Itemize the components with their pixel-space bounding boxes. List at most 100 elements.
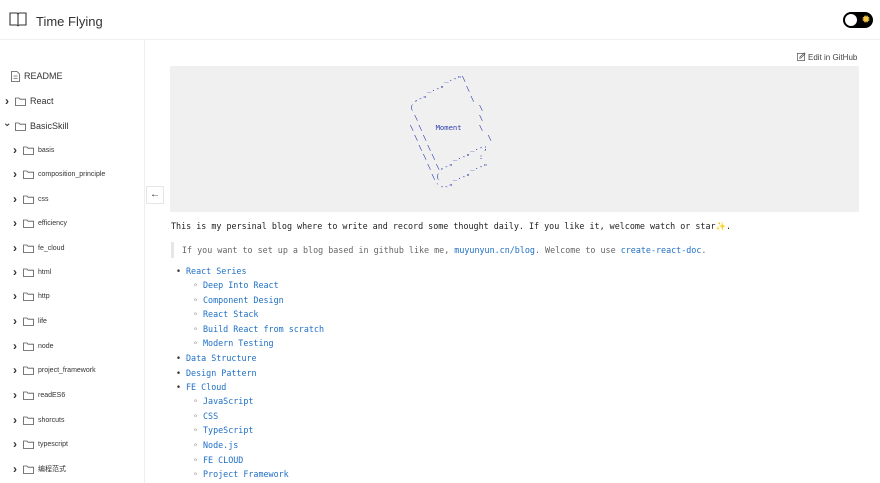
sidebar-item-label: shorcuts <box>38 416 65 424</box>
folder-icon <box>15 97 30 106</box>
intro-end: . <box>726 221 732 231</box>
sidebar-item-react[interactable]: › React <box>3 92 54 110</box>
intro-text: This is my persinal blog where to write … <box>171 221 716 231</box>
folder-icon <box>23 146 38 155</box>
sidebar-item-label: BasicSkill <box>30 121 69 131</box>
list-link[interactable]: Project Framework <box>203 469 289 479</box>
sidebar-item-label: readES6 <box>38 391 66 399</box>
sidebar-item-label: fe_cloud <box>38 244 65 252</box>
ascii-line: \ \,-" _.-" <box>388 162 488 172</box>
bullet-marker: • <box>176 382 182 392</box>
sidebar-item-life[interactable]: › life <box>11 312 47 330</box>
sidebar-item-composition-principle[interactable]: › composition_principle <box>11 165 105 183</box>
sidebar-item-fe-cloud[interactable]: › fe_cloud <box>11 239 64 257</box>
blog-link[interactable]: muyunyun.cn/blog <box>454 245 535 255</box>
sidebar: README › React ⌄ BasicSkill › basis › compositio… <box>0 40 145 483</box>
list-item[interactable]: • FE Cloud <box>176 381 226 393</box>
bullet-marker: ◦ <box>193 425 199 435</box>
list-link[interactable]: Modern Testing <box>203 338 274 348</box>
bullet-marker: ◦ <box>193 338 199 348</box>
list-item[interactable]: ◦ Modern Testing <box>193 337 274 349</box>
list-link[interactable]: Data Structure <box>186 353 257 363</box>
folder-icon <box>23 219 38 228</box>
list-link[interactable]: TypeScript <box>203 425 253 435</box>
sidebar-item-basicskill[interactable]: ⌄ BasicSkill <box>3 117 69 135</box>
list-item[interactable]: • Design Pattern <box>176 367 257 379</box>
sidebar-item-label: React <box>30 96 54 106</box>
chevron-right-icon: › <box>13 289 17 303</box>
bullet-marker: ◦ <box>193 324 199 334</box>
list-link[interactable]: CSS <box>203 411 218 421</box>
folder-icon <box>15 122 30 131</box>
sidebar-item-label: README <box>24 71 63 81</box>
list-item[interactable]: ◦ CSS <box>193 410 218 422</box>
ascii-line: \ \ \ <box>388 132 492 142</box>
list-item[interactable]: ◦ Node.js <box>193 439 238 451</box>
sidebar-item-node[interactable]: › node <box>11 337 54 355</box>
list-link[interactable]: Design Pattern <box>186 368 257 378</box>
chevron-right-icon: › <box>13 216 17 230</box>
list-item[interactable]: ◦ JavaScript <box>193 395 253 407</box>
theme-toggle[interactable]: ✹ <box>843 12 873 28</box>
sidebar-item-http[interactable]: › http <box>11 287 50 305</box>
list-link[interactable]: Component Design <box>203 295 284 305</box>
list-link[interactable]: Build React from scratch <box>203 324 324 334</box>
chevron-down-icon: ⌄ <box>3 118 12 129</box>
folder-icon <box>23 244 38 253</box>
sidebar-item-efficiency[interactable]: › efficiency <box>11 214 67 232</box>
list-link[interactable]: React Series <box>186 266 247 276</box>
sidebar-item-label: life <box>38 317 47 325</box>
chevron-right-icon: › <box>13 413 17 427</box>
list-item[interactable]: ◦ TypeScript <box>193 424 253 436</box>
ascii-art-block: _.-"\ _.-" \ ,-" \ ( \ \ \ \ \ Moment \ … <box>170 66 859 212</box>
list-item[interactable]: ◦ FE CLOUD <box>193 454 243 466</box>
list-item[interactable]: ◦ Build React from scratch <box>193 323 324 335</box>
quote-end: . <box>701 245 707 255</box>
create-react-doc-link[interactable]: create-react-doc <box>621 245 702 255</box>
list-link[interactable]: Node.js <box>203 440 238 450</box>
sidebar-item-typescript[interactable]: › typescript <box>11 435 68 453</box>
intro-paragraph: This is my persinal blog where to write … <box>171 221 731 232</box>
top-header: Time Flying ✹ <box>0 0 880 40</box>
list-item[interactable]: ◦ Deep Into React <box>193 279 279 291</box>
sidebar-item-label: node <box>38 342 54 350</box>
ascii-art: _.-"\ _.-" \ ,-" \ ( \ \ \ \ \ Moment \ … <box>388 74 492 192</box>
list-link[interactable]: Deep Into React <box>203 280 279 290</box>
list-item[interactable]: ◦ Component Design <box>193 294 284 306</box>
sidebar-item-html[interactable]: › html <box>11 263 51 281</box>
sidebar-item-readme[interactable]: README <box>11 67 63 85</box>
sparkle-icon: ✨ <box>715 221 726 231</box>
list-item[interactable]: ◦ React Stack <box>193 308 258 320</box>
sidebar-item-shorcuts[interactable]: › shorcuts <box>11 411 64 429</box>
site-title[interactable]: Time Flying <box>36 14 103 29</box>
list-item[interactable]: ◦ Project Framework <box>193 468 289 480</box>
ascii-line: \ \ _.-" : <box>388 152 484 162</box>
folder-icon <box>23 317 38 326</box>
edit-label[interactable]: Edit in GitHub <box>808 53 857 62</box>
ascii-line: \ \ <box>388 113 484 123</box>
chevron-right-icon: › <box>13 437 17 451</box>
list-link[interactable]: FE CLOUD <box>203 455 243 465</box>
chevron-right-icon: › <box>13 314 17 328</box>
arrow-left-icon: ← <box>150 189 160 200</box>
sidebar-item-label: project_framework <box>38 366 96 374</box>
sidebar-item-label: http <box>38 292 50 300</box>
list-link[interactable]: JavaScript <box>203 396 253 406</box>
sidebar-item-basis[interactable]: › basis <box>11 141 54 159</box>
sidebar-item-reades6[interactable]: › readES6 <box>11 386 65 404</box>
list-link[interactable]: React Stack <box>203 309 258 319</box>
sidebar-item-css[interactable]: › css <box>11 190 49 208</box>
list-item[interactable]: • React Series <box>176 265 247 277</box>
brand[interactable]: Time Flying <box>9 11 103 32</box>
ascii-line: ,-" \ <box>388 93 475 103</box>
sidebar-item-[interactable]: › 编程范式 <box>11 460 66 478</box>
sidebar-item-project-framework[interactable]: › project_framework <box>11 361 96 379</box>
collapse-sidebar-button[interactable]: ← <box>146 186 164 204</box>
sidebar-item-label: html <box>38 268 52 276</box>
edit-in-github-link[interactable]: Edit in GitHub <box>797 52 857 63</box>
list-item[interactable]: • Data Structure <box>176 352 257 364</box>
folder-icon <box>23 465 38 474</box>
bullet-marker: • <box>176 353 182 363</box>
chevron-right-icon: › <box>13 363 17 377</box>
list-link[interactable]: FE Cloud <box>186 382 226 392</box>
